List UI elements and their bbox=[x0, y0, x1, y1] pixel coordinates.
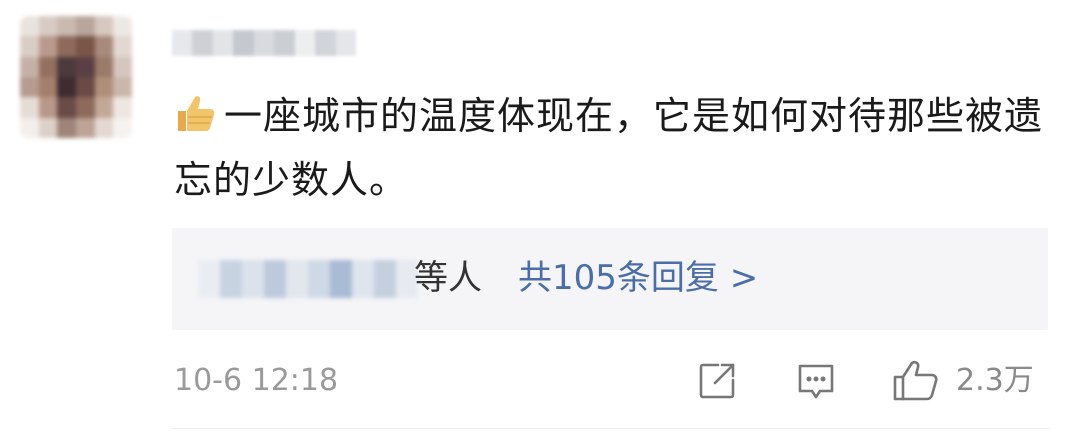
like-count: 2.3万 bbox=[956, 363, 1034, 398]
reply-preview-box[interactable]: 等人 共105条回复 > bbox=[172, 228, 1048, 330]
share-icon[interactable] bbox=[698, 362, 736, 400]
comment-text-block: 一座城市的温度体现在，它是如何对待那些被遗忘的少数人。 bbox=[174, 84, 1054, 212]
timestamp: 10-6 12:18 bbox=[174, 363, 339, 398]
reply-user-names[interactable] bbox=[198, 260, 418, 298]
thumbs-up-icon bbox=[174, 88, 218, 131]
comment-text: 一座城市的温度体现在，它是如何对待那些被遗忘的少数人。 bbox=[174, 94, 1044, 202]
divider bbox=[172, 428, 1050, 429]
view-replies-link[interactable]: 共105条回复 > bbox=[518, 256, 758, 300]
reply-suffix: 等人 bbox=[414, 258, 482, 298]
like-icon[interactable] bbox=[892, 360, 940, 402]
username[interactable] bbox=[172, 30, 356, 56]
avatar[interactable] bbox=[20, 16, 132, 138]
comment-icon[interactable] bbox=[796, 362, 836, 402]
